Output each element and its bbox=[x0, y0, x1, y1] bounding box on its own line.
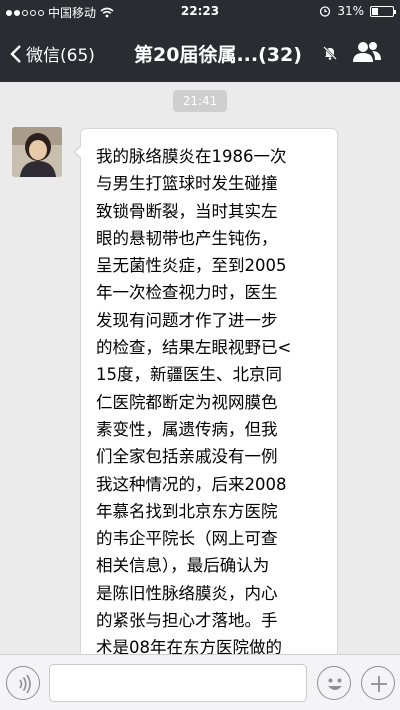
message-bubble[interactable]: 我的脉络膜炎在1986一次 与男生打篮球时发生碰撞 致锁骨断裂，当时其实左 眼的悬韧带… bbox=[73, 128, 338, 654]
back-button[interactable]: 微信(65) bbox=[10, 41, 95, 66]
message-line: 是陈旧性脉络膜炎，内心 bbox=[96, 583, 278, 603]
message-line: 发现有问题才作了进一步 bbox=[96, 310, 278, 330]
chevron-left-icon bbox=[10, 44, 21, 63]
message-line: 15度，新疆医生、北京同 bbox=[96, 365, 282, 385]
chat-title: 第20届徐属...(32) bbox=[134, 44, 302, 66]
message-line: 年慕名找到北京东方医院 bbox=[96, 501, 278, 521]
message-line: 眼的悬韧带也产生钝伤， bbox=[96, 228, 278, 248]
chat-area[interactable]: 21:41 我的脉络膜炎在1986一次 与男生打篮球时发生碰撞 致锁骨断裂，当时其实… bbox=[0, 82, 400, 654]
voice-button[interactable] bbox=[6, 666, 40, 700]
alarm-icon bbox=[320, 6, 331, 17]
message-line: 的检查，结果左眼视野已< bbox=[96, 338, 292, 358]
status-right: 31% bbox=[319, 4, 396, 18]
message-line: 致锁骨断裂，当时其实左 bbox=[96, 201, 278, 221]
nav-bar: 微信(65) 第20届徐属...(32) bbox=[0, 24, 400, 82]
message-line: 我这种情况的，后来2008 bbox=[96, 474, 287, 494]
message-timestamp: 21:41 bbox=[173, 90, 227, 112]
avatar[interactable] bbox=[12, 127, 62, 177]
back-label: 微信(65) bbox=[26, 46, 95, 66]
message-line: 与男生打篮球时发生碰撞 bbox=[96, 174, 278, 194]
message-line: 我的脉络膜炎在1986一次 bbox=[96, 147, 287, 166]
message-text: 我的脉络膜炎在1986一次 与男生打篮球时发生碰撞 致锁骨断裂，当时其实左 眼的悬韧带… bbox=[96, 143, 324, 654]
message-line: 素变性，属遗传病，但我 bbox=[96, 419, 278, 439]
group-people-icon[interactable] bbox=[352, 40, 382, 64]
emoji-button[interactable] bbox=[317, 666, 351, 700]
message-line: 相关信息），最后确认为 bbox=[96, 556, 270, 576]
plus-button[interactable] bbox=[361, 666, 395, 700]
message-line: 呈无菌性炎症，至到2005 bbox=[96, 256, 287, 276]
input-bar bbox=[0, 654, 400, 710]
avatar-photo bbox=[12, 127, 62, 177]
plus-icon bbox=[371, 676, 387, 692]
message-line: 的紧张与担心才落地。手 bbox=[96, 611, 278, 631]
battery-icon bbox=[370, 5, 396, 17]
message-line: 年一次检查视力时，医生 bbox=[96, 283, 278, 303]
message-input[interactable] bbox=[49, 664, 307, 702]
message-line: 术是08年在东方医院做的 bbox=[96, 638, 282, 654]
emoji-icon bbox=[328, 678, 342, 690]
battery-percent: 31% bbox=[337, 4, 364, 18]
message-line: 的韦企平院长（网上可查 bbox=[96, 529, 278, 549]
message-line: 仁医院都断定为视网膜色 bbox=[96, 392, 278, 412]
voice-icon bbox=[19, 674, 31, 694]
mute-bell-icon bbox=[323, 46, 337, 60]
status-bar: 中国移动 22:23 31% bbox=[0, 0, 400, 24]
message-line: 们全家包括亲戚没有一例 bbox=[96, 447, 278, 467]
